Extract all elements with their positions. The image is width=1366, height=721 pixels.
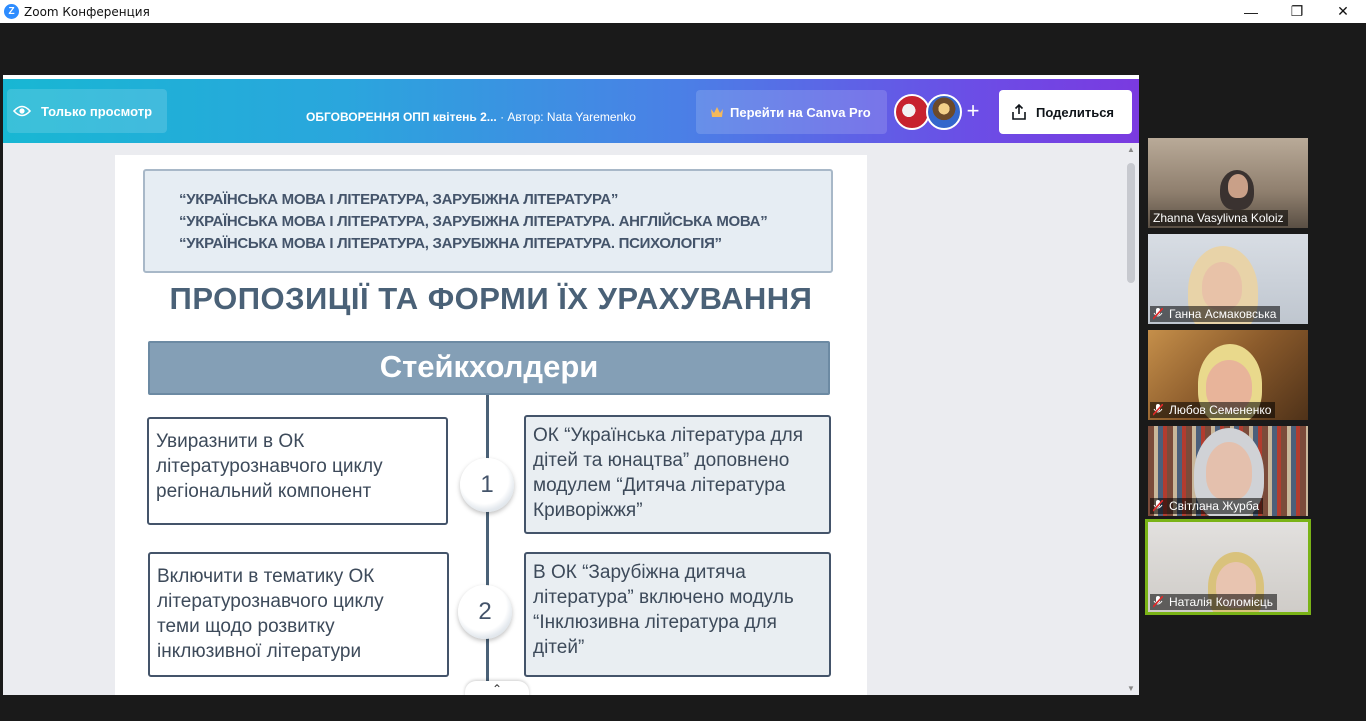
chevron-up-icon[interactable]: ⌃ [465, 681, 529, 695]
crown-icon [711, 107, 723, 117]
proposal-box: Включити в тематику ОК літературознавчог… [148, 552, 449, 677]
view-only-label: Только просмотр [41, 103, 153, 119]
eye-icon [13, 105, 31, 117]
mic-muted-icon [1153, 596, 1163, 608]
timeline-line [486, 395, 489, 695]
response-line: дітей та юнацтва” доповнено [533, 450, 790, 471]
scroll-thumb[interactable] [1127, 163, 1135, 283]
participant-face [1206, 442, 1252, 500]
minimize-button[interactable]: — [1228, 0, 1274, 23]
window-title: Zoom Конференция [24, 4, 150, 19]
canva-pro-button[interactable]: Перейти на Canva Pro [696, 90, 887, 134]
participant-name: Світлана Журба [1169, 499, 1260, 513]
proposal-line: регіональний компонент [156, 481, 372, 502]
presentation-slide: “УКРАЇНСЬКА МОВА І ЛІТЕРАТУРА, ЗАРУБІЖНА… [115, 155, 867, 695]
share-button[interactable]: Поделиться [999, 90, 1132, 134]
participant-name-tag: Zhanna Vasylivna Koloiz [1150, 210, 1288, 226]
program-title: “УКРАЇНСЬКА МОВА І ЛІТЕРАТУРА, ЗАРУБІЖНА… [179, 191, 619, 208]
restore-button[interactable]: ❐ [1274, 0, 1320, 23]
row-number-badge: 2 [458, 585, 512, 639]
share-icon [1012, 103, 1026, 120]
participant-tile-active-speaker[interactable]: Наталія Коломієць [1145, 519, 1311, 615]
add-collaborator-button[interactable]: + [962, 100, 984, 122]
collaborator-avatar[interactable] [926, 94, 962, 130]
proposal-line: теми щодо розвитку [157, 616, 335, 637]
vertical-scrollbar[interactable]: ▲ ▼ [1125, 145, 1137, 693]
proposal-line: літературознавчого циклу [156, 456, 383, 477]
program-title: “УКРАЇНСЬКА МОВА І ЛІТЕРАТУРА, ЗАРУБІЖНА… [179, 235, 722, 252]
response-line: модулем “Дитяча література [533, 475, 786, 496]
shared-screen: Только просмотр ОБГОВОРЕННЯ ОПП квітень … [3, 75, 1139, 695]
programs-box: “УКРАЇНСЬКА МОВА І ЛІТЕРАТУРА, ЗАРУБІЖНА… [143, 169, 833, 273]
scroll-up-icon[interactable]: ▲ [1127, 145, 1135, 154]
participant-face [1202, 262, 1242, 310]
window-title-bar: Z Zoom Конференция — ❐ ✕ [0, 0, 1366, 23]
zoom-logo-icon: Z [4, 4, 19, 19]
proposal-box: Увиразнити в ОК літературознавчого циклу… [147, 417, 448, 525]
participant-name-tag: Наталія Коломієць [1150, 594, 1277, 610]
participant-tile[interactable]: Zhanna Vasylivna Koloiz [1148, 138, 1308, 228]
close-button[interactable]: ✕ [1320, 0, 1366, 23]
program-title: “УКРАЇНСЬКА МОВА І ЛІТЕРАТУРА, ЗАРУБІЖНА… [179, 213, 768, 230]
row-number-badge: 1 [460, 458, 514, 512]
document-author: · Автор: Nata Yaremenko [496, 110, 636, 124]
canva-toolbar: Только просмотр ОБГОВОРЕННЯ ОПП квітень … [3, 79, 1139, 143]
participant-name: Наталія Коломієць [1169, 595, 1273, 609]
collaborator-avatar[interactable] [894, 94, 930, 130]
proposal-line: Увиразнити в ОК [156, 431, 305, 452]
response-box: В ОК “Зарубіжна дитяча література” включ… [524, 552, 831, 677]
participant-name-tag: Світлана Журба [1150, 498, 1264, 514]
participant-face [1228, 174, 1248, 198]
share-label: Поделиться [1036, 104, 1115, 120]
response-line: В ОК “Зарубіжна дитяча [533, 562, 746, 583]
response-line: “Інклюзивна література для [533, 612, 777, 633]
canva-pro-label: Перейти на Canva Pro [730, 104, 871, 120]
response-line: ОК “Українська література для [533, 425, 804, 446]
participant-tile[interactable]: Ганна Асмаковська [1148, 234, 1308, 324]
participant-name: Ганна Асмаковська [1169, 307, 1277, 321]
scroll-down-icon[interactable]: ▼ [1127, 684, 1135, 693]
document-name: ОБГОВОРЕННЯ ОПП квітень 2... [306, 110, 497, 124]
response-line: дітей” [533, 637, 585, 658]
participant-tile[interactable]: Світлана Журба [1148, 426, 1308, 516]
participant-name-tag: Ганна Асмаковська [1150, 306, 1281, 322]
proposal-line: Включити в тематику ОК [157, 566, 375, 587]
participant-name-tag: Любов Семененко [1150, 402, 1276, 418]
mic-muted-icon [1153, 308, 1163, 320]
response-line: література” включено модуль [533, 587, 794, 608]
view-only-button[interactable]: Только просмотр [7, 89, 167, 133]
mic-muted-icon [1153, 500, 1163, 512]
document-title[interactable]: ОБГОВОРЕННЯ ОПП квітень 2... · Автор: Na… [306, 110, 636, 124]
proposal-line: інклюзивної літератури [157, 641, 362, 662]
mic-muted-icon [1153, 404, 1163, 416]
window-controls: — ❐ ✕ [1228, 0, 1366, 23]
stakeholders-header: Стейкхолдери [148, 341, 830, 395]
response-box: ОК “Українська література для дітей та ю… [524, 415, 831, 534]
participant-name: Любов Семененко [1169, 403, 1272, 417]
response-line: Криворіжжя” [533, 500, 643, 521]
slide-heading: ПРОПОЗИЦІЇ ТА ФОРМИ ЇХ УРАХУВАННЯ [169, 281, 813, 316]
participant-name: Zhanna Vasylivna Koloiz [1153, 211, 1284, 225]
proposal-line: літературознавчого циклу [157, 591, 384, 612]
participant-tile[interactable]: Любов Семененко [1148, 330, 1308, 420]
